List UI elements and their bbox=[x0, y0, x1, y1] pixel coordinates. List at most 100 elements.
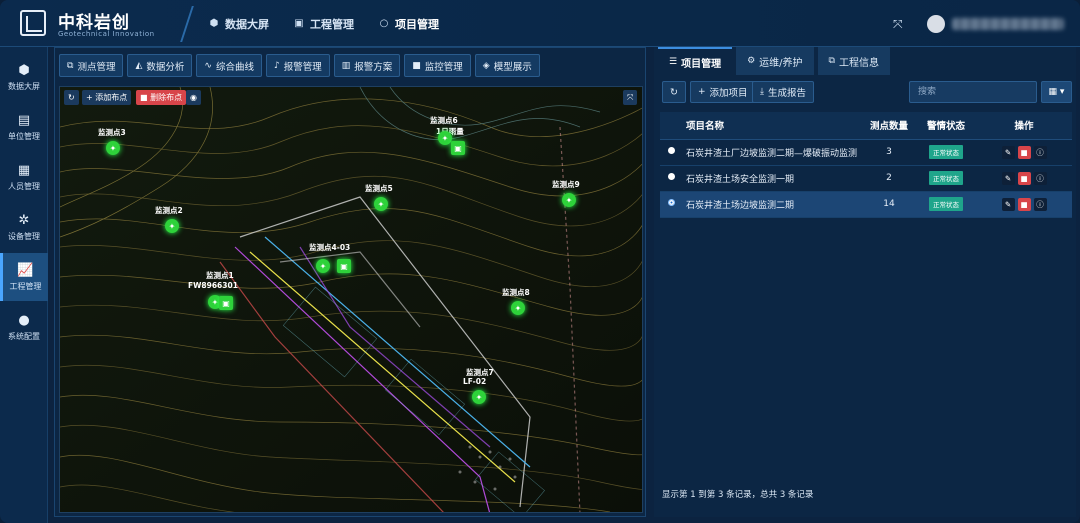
sidebar-item-people[interactable]: ▦ 人员管理 bbox=[0, 153, 48, 201]
info-icon[interactable]: ⓘ bbox=[1033, 197, 1047, 211]
monitoring-point-5[interactable]: ✦ bbox=[374, 197, 388, 211]
delete-icon[interactable]: ■ bbox=[1017, 145, 1031, 159]
toolbar-label: 报警方案 bbox=[354, 61, 393, 73]
row-radio[interactable] bbox=[667, 147, 675, 154]
edit-icon[interactable]: ✎ bbox=[1001, 171, 1015, 185]
search-input[interactable] bbox=[909, 81, 1037, 103]
status-badge: 正常状态 bbox=[929, 171, 963, 185]
columns-toggle-button[interactable]: ▦ ▾ bbox=[1041, 81, 1072, 103]
grid-icon: ▦ ▾ bbox=[1048, 87, 1065, 97]
tab-maintenance[interactable]: ⚙ 运维/养护 bbox=[736, 47, 814, 75]
toolbar-button-monitoring[interactable]: ■ 监控管理 bbox=[404, 54, 471, 77]
status-badge: 正常状态 bbox=[929, 197, 963, 211]
sidebar-item-dashboard[interactable]: ⬢ 数据大屏 bbox=[0, 53, 48, 101]
sidebar-item-label: 工程管理 bbox=[9, 282, 42, 291]
table-row-selected[interactable]: 石炭井渣土场边坡监测二期 14 正常状态 ✎ ■ ⓘ bbox=[660, 191, 1072, 218]
eye-icon[interactable]: ◉ bbox=[186, 90, 201, 105]
monitoring-point-3[interactable]: ✦ bbox=[106, 141, 120, 155]
monitoring-point-8[interactable]: ✦ bbox=[511, 301, 525, 315]
add-point-button[interactable]: + 添加布点 bbox=[82, 90, 132, 105]
dots-icon: ● bbox=[18, 312, 30, 328]
sidebar-item-units[interactable]: ▤ 单位管理 bbox=[0, 103, 48, 151]
app-window: 中科岩创 Geotechnical Innovation ⬢ 数据大屏 ▣ 工程… bbox=[0, 0, 1080, 523]
point-label: 监测点5 bbox=[365, 184, 393, 193]
info-icon[interactable]: ⓘ bbox=[1033, 171, 1047, 185]
point-label: FW8966301 bbox=[188, 281, 238, 290]
toolbar-button-curves[interactable]: ∿ 综合曲线 bbox=[196, 54, 262, 77]
monitoring-point-7[interactable]: ✦ bbox=[472, 390, 486, 404]
avatar[interactable] bbox=[927, 15, 945, 33]
info-icon[interactable]: ⓘ bbox=[1033, 145, 1047, 159]
header: 中科岩创 Geotechnical Innovation ⬢ 数据大屏 ▣ 工程… bbox=[0, 0, 1080, 47]
row-radio[interactable] bbox=[667, 199, 675, 206]
table-row[interactable]: 石炭井渣土厂边坡监测二期—爆破振动监测 3 正常状态 ✎ ■ ⓘ bbox=[660, 139, 1072, 166]
monitoring-point-4[interactable]: ✦ bbox=[316, 259, 330, 273]
chart-icon: 📈 bbox=[17, 262, 34, 278]
plus-icon: + bbox=[86, 93, 96, 102]
gears-icon: ⚙ bbox=[747, 56, 756, 66]
topnav-item-engineering[interactable]: ▣ 工程管理 bbox=[293, 0, 354, 47]
point-label: 监测点1 bbox=[206, 271, 234, 280]
toolbar-button-points[interactable]: ⧉ 测点管理 bbox=[59, 54, 124, 77]
list-icon: ☰ bbox=[669, 57, 678, 67]
pagination-info: 显示第 1 到第 3 条记录，总共 3 条记录 bbox=[662, 490, 814, 500]
tab-engineering-info[interactable]: ⧉ 工程信息 bbox=[817, 47, 890, 75]
point-label: 监测点9 bbox=[552, 180, 580, 189]
row-radio[interactable] bbox=[667, 173, 675, 180]
monitoring-point-9[interactable]: ✦ bbox=[562, 193, 576, 207]
rainfall-station[interactable]: ▣ bbox=[451, 141, 465, 155]
toolbar-button-analysis[interactable]: ◭ 数据分析 bbox=[127, 54, 193, 77]
cube-icon: ⬢ bbox=[209, 18, 219, 29]
toolbar-label: 数据分析 bbox=[146, 61, 185, 73]
tab-project-management[interactable]: ☰ 项目管理 bbox=[658, 47, 733, 75]
table-row[interactable]: 石炭井渣土场安全监测一期 2 正常状态 ✎ ■ ⓘ bbox=[660, 165, 1072, 192]
point-label: 监测点6 bbox=[430, 116, 458, 125]
project-panel: ☰项目管理 ⚙运维/养护 ⧉工程信息 ↻ + 添加项目 ⤓ 生成报告 ▦ ▾ 项… bbox=[654, 47, 1076, 517]
logo-icon bbox=[20, 10, 46, 36]
bell-icon: ♪ bbox=[273, 60, 280, 71]
row-count: 14 bbox=[862, 191, 916, 218]
calendar-icon: ▤ bbox=[17, 112, 31, 128]
edit-icon[interactable]: ✎ bbox=[1001, 197, 1015, 211]
toolbar-label: 报警管理 bbox=[283, 61, 322, 73]
monitoring-point-1-device[interactable]: ▣ bbox=[219, 296, 233, 310]
header-select bbox=[660, 112, 682, 140]
sidebar-item-engineering[interactable]: 📈 工程管理 bbox=[0, 253, 48, 301]
header-status: 警情状态 bbox=[916, 112, 976, 140]
sidebar-item-settings[interactable]: ● 系统配置 bbox=[0, 303, 48, 351]
topnav-label: 项目管理 bbox=[395, 17, 439, 31]
monitoring-point-2[interactable]: ✦ bbox=[165, 219, 179, 233]
header-actions: 操作 bbox=[976, 112, 1072, 140]
monitoring-point-6[interactable]: ✦ bbox=[438, 131, 452, 145]
download-icon: ⤓ bbox=[760, 87, 764, 97]
monitoring-point-4-device[interactable]: ▣ bbox=[337, 259, 351, 273]
sidebar-item-label: 系统配置 bbox=[8, 332, 40, 341]
map-panel: ⧉ 测点管理 ◭ 数据分析 ∿ 综合曲线 ♪ 报警管理 ▥ 报警方案 ■ 监控管理 ◈ 模型展… bbox=[54, 47, 646, 517]
sidebar-item-devices[interactable]: ✲ 设备管理 bbox=[0, 203, 48, 251]
add-project-button[interactable]: + 添加项目 bbox=[690, 81, 756, 103]
generate-report-button[interactable]: ⤓ 生成报告 bbox=[752, 81, 814, 103]
topnav-item-projects[interactable]: ○ 项目管理 bbox=[378, 0, 439, 47]
topnav-label: 数据大屏 bbox=[225, 17, 269, 31]
fullscreen-icon[interactable]: ⤧ bbox=[893, 17, 903, 32]
point-label: 监测点2 bbox=[155, 206, 183, 215]
map-fullscreen-icon[interactable]: ⤧ bbox=[623, 90, 638, 105]
edit-icon[interactable]: ✎ bbox=[1001, 145, 1015, 159]
sidebar-item-label: 设备管理 bbox=[8, 232, 40, 241]
toolbar-button-alarms[interactable]: ♪ 报警管理 bbox=[265, 54, 330, 77]
username-blurred[interactable] bbox=[952, 18, 1064, 30]
status-badge: 正常状态 bbox=[929, 145, 963, 159]
topnav-item-dashboard[interactable]: ⬢ 数据大屏 bbox=[208, 0, 269, 47]
toolbar-button-alarm-plans[interactable]: ▥ 报警方案 bbox=[333, 54, 401, 77]
refresh-table-button[interactable]: ↻ bbox=[662, 81, 686, 103]
toolbar-button-model[interactable]: ◈ 模型展示 bbox=[474, 54, 540, 77]
cad-map[interactable]: ↻ + 添加布点 ■ 删除布点 ◉ ⤧ 监测点3 ✦ 监测点2 ✦ 监测点6 1… bbox=[59, 86, 643, 513]
delete-icon[interactable]: ■ bbox=[1017, 197, 1031, 211]
delete-icon[interactable]: ■ bbox=[1017, 171, 1031, 185]
header-name: 项目名称 bbox=[682, 112, 862, 140]
brand-subtitle: Geotechnical Innovation bbox=[58, 30, 155, 38]
row-count: 3 bbox=[862, 139, 916, 166]
delete-point-button[interactable]: ■ 删除布点 bbox=[136, 90, 187, 105]
map-toolbar: ⧉ 测点管理 ◭ 数据分析 ∿ 综合曲线 ♪ 报警管理 ▥ 报警方案 ■ 监控管理 ◈ 模型展… bbox=[55, 54, 540, 78]
refresh-map-icon[interactable]: ↻ bbox=[64, 90, 79, 105]
